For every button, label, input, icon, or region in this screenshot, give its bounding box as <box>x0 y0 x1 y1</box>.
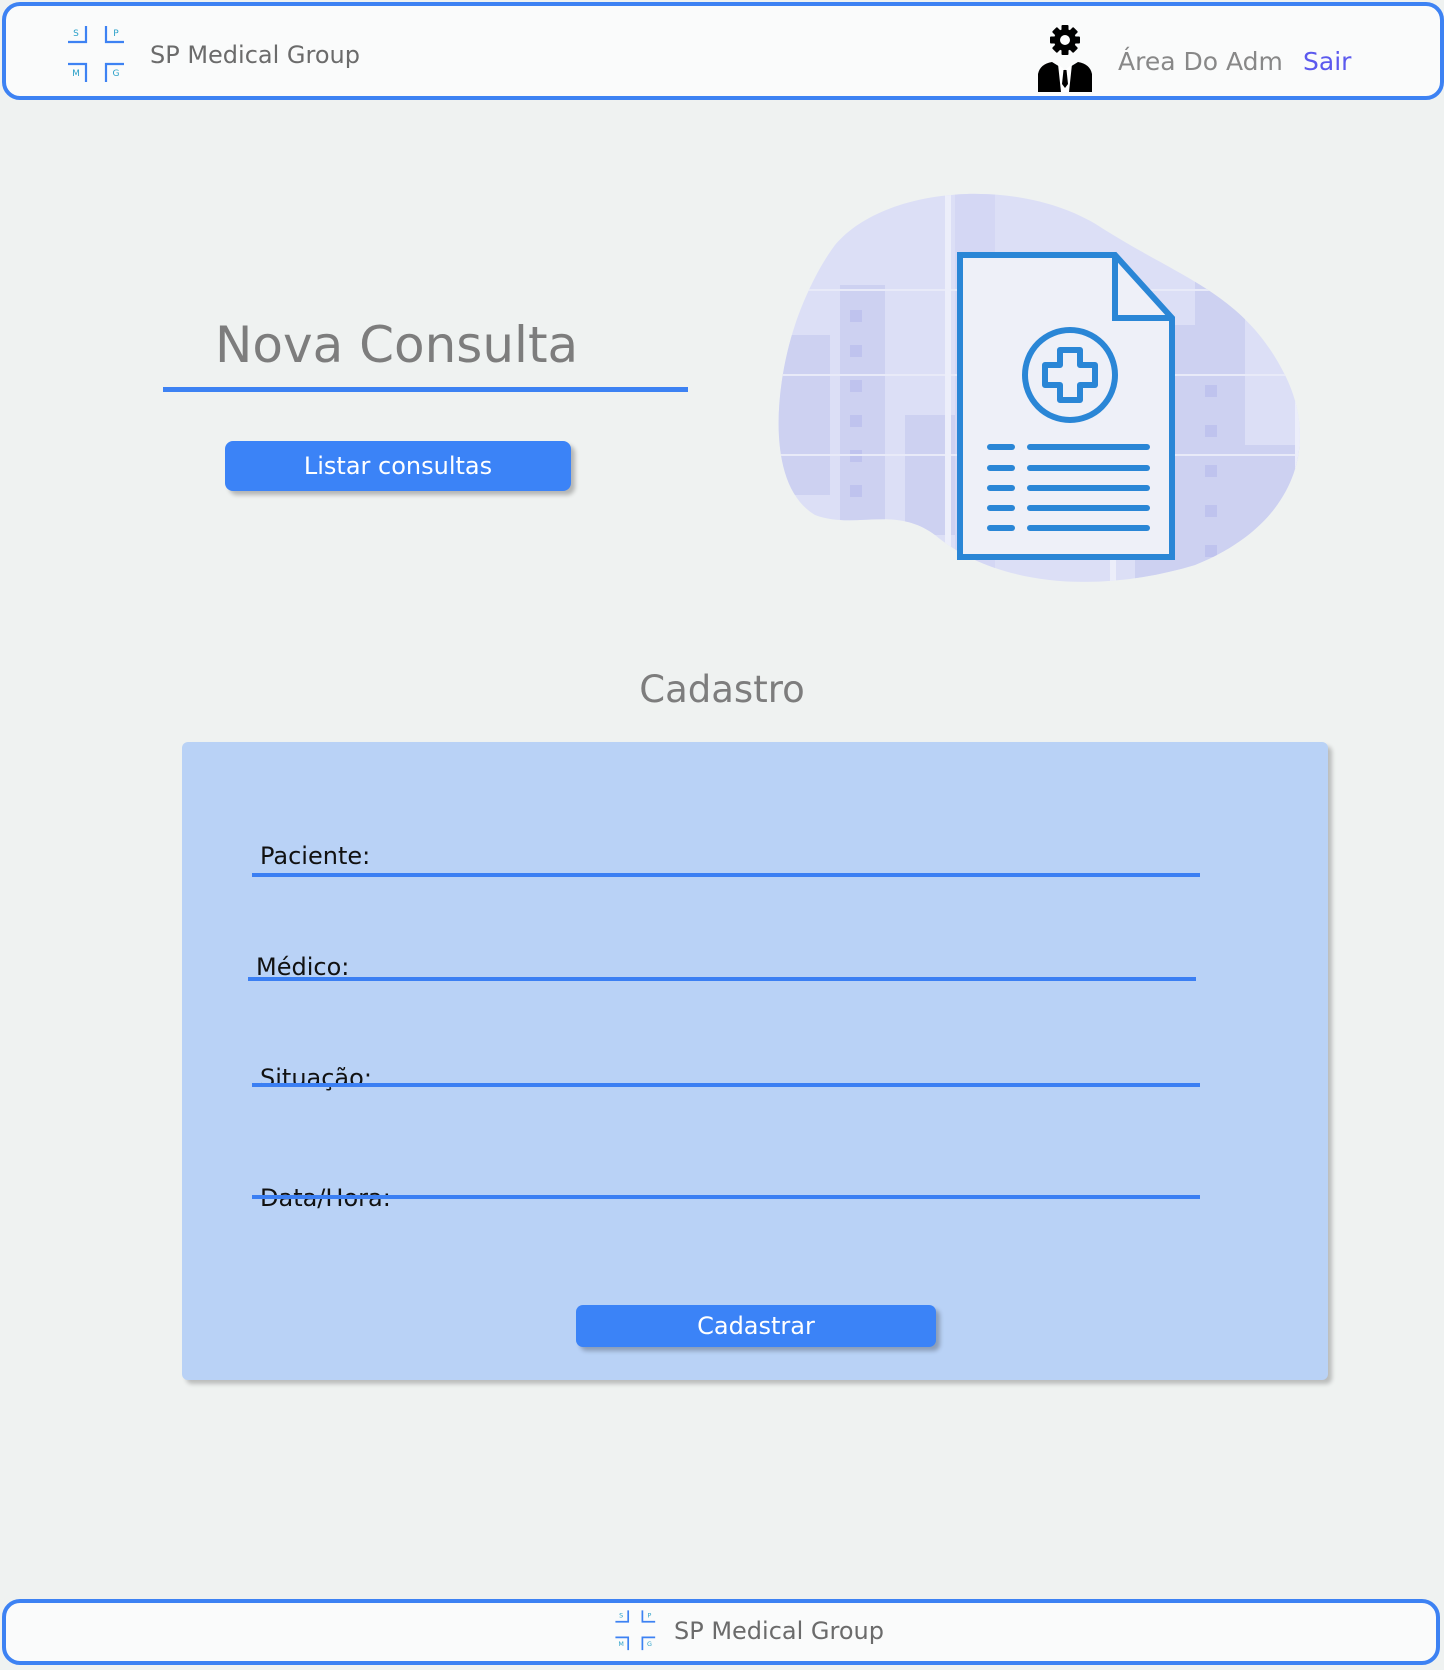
logo-letter-g: G <box>113 69 120 79</box>
medical-document-icon <box>778 193 1300 582</box>
status-input[interactable] <box>252 1051 1200 1087</box>
spmg-footer-logo-icon: S P M G <box>615 1610 656 1651</box>
footer-logo-letter-p: P <box>648 1612 652 1620</box>
list-appointments-button[interactable]: Listar consultas <box>225 441 571 491</box>
datetime-input[interactable] <box>252 1163 1200 1199</box>
registration-form: Paciente: Médico: Situação: Data/Hora: C… <box>182 742 1328 1380</box>
brand-name: SP Medical Group <box>150 41 360 69</box>
footer-brand-name: SP Medical Group <box>674 1617 884 1645</box>
patient-input[interactable] <box>252 841 1200 877</box>
submit-button[interactable]: Cadastrar <box>576 1305 936 1347</box>
title-underline <box>163 387 688 392</box>
footer: S P M G SP Medical Group <box>2 1599 1440 1665</box>
admin-area-link[interactable]: Área Do Adm <box>1118 47 1283 76</box>
form-section-title: Cadastro <box>639 668 805 711</box>
logo-letter-s: S <box>73 29 79 39</box>
top-navbar: S P M G SP Medical Group Área Do Adm Sai… <box>2 2 1444 100</box>
page-title: Nova Consulta <box>215 316 579 374</box>
footer-logo-letter-g: G <box>647 1640 652 1648</box>
page: S P M G SP Medical Group Área Do Adm Sai… <box>0 0 1444 1670</box>
admin-gear-person-icon[interactable] <box>1034 24 1096 92</box>
footer-logo-letter-s: S <box>619 1612 623 1620</box>
spmg-logo-icon[interactable]: S P M G <box>66 24 128 86</box>
logo-letter-m: M <box>72 69 80 79</box>
footer-logo-letter-m: M <box>618 1640 624 1648</box>
doctor-input[interactable] <box>248 945 1196 981</box>
logo-letter-p: P <box>113 29 119 39</box>
logout-link[interactable]: Sair <box>1303 47 1351 76</box>
